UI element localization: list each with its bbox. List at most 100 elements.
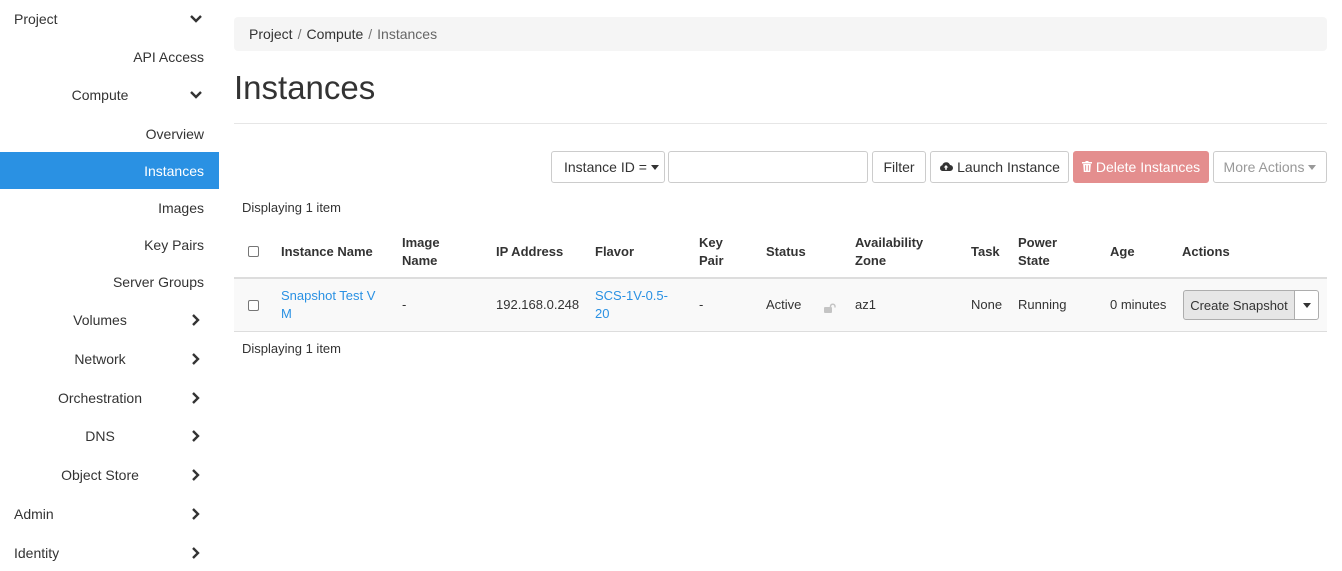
sidebar-item-label: Server Groups	[112, 273, 204, 290]
create-snapshot-button[interactable]: Create Snapshot	[1183, 290, 1295, 320]
ip-address-cell: 192.168.0.248	[496, 297, 580, 312]
chevron-right-icon	[189, 352, 203, 366]
create-snapshot-label: Create Snapshot	[1190, 297, 1288, 313]
sidebar: Project API Access Compute Overview Inst…	[0, 0, 219, 571]
instance-name-cell: Snapshot Test V M	[281, 279, 375, 331]
column-header-ip-address[interactable]: IP Address	[496, 226, 563, 277]
image-name-cell: -	[402, 297, 407, 312]
status-cell: Active	[766, 297, 802, 312]
sidebar-item-key-pairs[interactable]: Key Pairs	[0, 226, 219, 263]
cloud-upload-icon	[939, 159, 957, 175]
column-header-task[interactable]: Task	[971, 226, 1000, 277]
chevron-right-icon	[189, 507, 203, 521]
breadcrumb: Project / Compute / Instances	[234, 17, 1327, 51]
launch-instance-label: Launch Instance	[957, 159, 1060, 175]
item-count-bottom: Displaying 1 item	[242, 341, 341, 356]
caret-down-icon	[1302, 302, 1311, 308]
sidebar-item-label: Identity	[14, 544, 60, 561]
sidebar-item-label: API Access	[133, 48, 204, 65]
table-row: Snapshot Test V M - 192.168.0.248 SCS-1V…	[234, 279, 1327, 332]
column-header-key-pair[interactable]: Key Pair	[699, 226, 724, 277]
sidebar-item-label: DNS	[85, 427, 115, 444]
table-header: Instance Name Image Name IP Address Flav…	[234, 226, 1327, 279]
chevron-right-icon	[189, 391, 203, 405]
chevron-down-icon	[189, 12, 203, 26]
chevron-right-icon	[189, 313, 203, 327]
sidebar-item-images[interactable]: Images	[0, 189, 219, 226]
sidebar-item-label: Admin	[14, 505, 54, 522]
sidebar-item-identity[interactable]: Identity	[0, 534, 219, 571]
chevron-down-icon	[189, 88, 203, 102]
task-cell: None	[971, 297, 1003, 312]
filter-field-label: Instance ID =	[564, 159, 647, 175]
breadcrumb-item-compute[interactable]: Compute	[306, 26, 363, 42]
item-count-top: Displaying 1 item	[242, 200, 341, 215]
unlock-icon	[824, 300, 836, 316]
sidebar-item-label: Images	[158, 199, 204, 216]
sidebar-item-label: Key Pairs	[144, 236, 204, 253]
filter-field-select[interactable]: Instance ID =	[551, 151, 665, 183]
flavor-cell: SCS-1V-0.5- 20	[595, 279, 668, 331]
column-header-age[interactable]: Age	[1110, 226, 1135, 277]
breadcrumb-item-instances: Instances	[377, 26, 438, 42]
sidebar-item-volumes[interactable]: Volumes	[0, 301, 219, 338]
more-actions-button[interactable]: More Actions	[1213, 151, 1327, 183]
sidebar-item-label: Orchestration	[57, 389, 143, 406]
column-header-availability-zone[interactable]: Availability Zone	[855, 226, 923, 277]
row-actions-dropdown-toggle[interactable]	[1294, 290, 1319, 320]
availability-zone-cell: az1	[855, 297, 876, 312]
sidebar-item-label: Compute	[71, 86, 129, 103]
select-all-checkbox[interactable]	[248, 246, 259, 257]
breadcrumb-separator: /	[368, 26, 373, 42]
delete-instances-label: Delete Instances	[1095, 159, 1201, 175]
chevron-right-icon	[189, 468, 203, 482]
column-header-power-state[interactable]: Power State	[1018, 226, 1057, 277]
filter-button[interactable]: Filter	[872, 151, 926, 183]
sidebar-item-orchestration[interactable]: Orchestration	[0, 379, 219, 416]
main-content: Project / Compute / Instances Instances …	[234, 0, 1327, 571]
filter-button-label: Filter	[883, 159, 915, 175]
sidebar-item-dns[interactable]: DNS	[0, 417, 219, 454]
instance-name-link[interactable]: Snapshot Test V M	[281, 287, 375, 323]
sidebar-item-project[interactable]: Project	[0, 0, 219, 37]
sidebar-item-server-groups[interactable]: Server Groups	[0, 263, 219, 300]
sidebar-item-api-access[interactable]: API Access	[0, 38, 219, 75]
column-header-image-name[interactable]: Image Name	[402, 226, 440, 277]
breadcrumb-separator: /	[297, 26, 302, 42]
sidebar-item-label: Network	[74, 350, 126, 367]
chevron-right-icon	[189, 546, 203, 560]
column-header-instance-name[interactable]: Instance Name	[281, 226, 373, 277]
sidebar-item-object-store[interactable]: Object Store	[0, 456, 219, 493]
row-select-cell	[248, 279, 259, 331]
sidebar-item-label: Overview	[145, 125, 204, 142]
row-checkbox[interactable]	[248, 299, 259, 311]
breadcrumb-item-project[interactable]: Project	[249, 26, 293, 42]
sidebar-item-label: Object Store	[61, 466, 139, 483]
page-title: Instances	[234, 69, 376, 106]
delete-instances-button[interactable]: Delete Instances	[1073, 151, 1209, 183]
flavor-link[interactable]: SCS-1V-0.5- 20	[595, 287, 668, 323]
select-all-cell	[248, 226, 259, 277]
sidebar-item-label: Volumes	[73, 311, 127, 328]
sidebar-item-compute[interactable]: Compute	[0, 76, 219, 113]
age-cell: 0 minutes	[1110, 297, 1167, 312]
sidebar-item-network[interactable]: Network	[0, 340, 219, 377]
column-header-status[interactable]: Status	[766, 226, 806, 277]
more-actions-label: More Actions	[1223, 159, 1305, 175]
launch-instance-button[interactable]: Launch Instance	[930, 151, 1069, 183]
column-header-flavor[interactable]: Flavor	[595, 226, 634, 277]
power-state-cell: Running	[1018, 297, 1067, 312]
sidebar-item-label: Project	[14, 10, 58, 27]
caret-down-icon	[1308, 164, 1317, 170]
chevron-right-icon	[189, 429, 203, 443]
sidebar-item-instances[interactable]: Instances	[0, 152, 219, 189]
title-divider	[234, 123, 1327, 124]
column-header-actions: Actions	[1182, 243, 1230, 259]
caret-down-icon	[650, 164, 659, 170]
key-pair-cell: -	[699, 297, 704, 312]
sidebar-item-label: Instances	[144, 162, 204, 179]
sidebar-item-overview[interactable]: Overview	[0, 115, 219, 152]
sidebar-item-admin[interactable]: Admin	[0, 495, 219, 532]
trash-icon	[1081, 159, 1096, 175]
filter-input[interactable]	[668, 151, 868, 183]
